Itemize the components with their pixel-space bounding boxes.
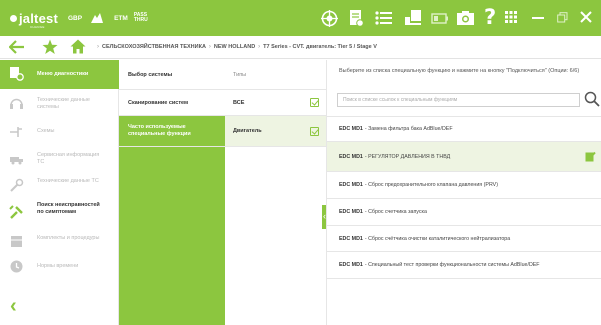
document-icon[interactable] [349, 9, 364, 28]
target-icon[interactable] [321, 10, 338, 27]
function-name: - Сброс предохранительного клапана давле… [364, 182, 498, 188]
function-item[interactable]: EDC MD1 - Сброс счётчика очистки каталит… [327, 226, 601, 252]
function-name: - Замена фильтра бака AdBlue/DEF [364, 126, 453, 132]
restore-icon[interactable] [557, 12, 568, 23]
function-item[interactable]: EDC MD1 - Специальный тест проверки функ… [327, 252, 601, 279]
sidebar-item-label: Технические данные системы [37, 97, 90, 110]
function-name: - Специальный тест проверки функциональн… [364, 262, 540, 268]
function-code: EDC MD1 [339, 153, 363, 160]
function-name: - Сброс счетчика запуска [364, 209, 427, 215]
sidebar-item-label: Комплекты и процедуры [37, 235, 100, 241]
scan-systems-row[interactable]: Сканирование систем [119, 90, 225, 116]
function-code: EDC MD1 [339, 262, 363, 268]
sidebar-item-label: Меню диагностики [37, 71, 89, 77]
battery-icon[interactable] [431, 12, 449, 24]
breadcrumb-item-category[interactable]: СЕЛЬСКОХОЗЯЙСТВЕННАЯ ТЕХНИКА [102, 44, 206, 50]
breadcrumb-item-brand[interactable]: NEW HOLLAND [214, 44, 255, 50]
select-system-row[interactable]: Выбор системы [119, 60, 225, 90]
instruction-text: Выберите из списка специальную функцию и… [339, 68, 580, 74]
types-header-label: Типы [233, 71, 247, 78]
function-code: EDC MD1 [339, 182, 363, 188]
product-gbp-label[interactable]: GBP [68, 15, 82, 22]
special-functions-panel: Выберите из списка специальную функцию и… [326, 60, 601, 325]
row-label: ВСЕ [233, 99, 245, 106]
top-toolbar: jaltest CHANGE GBP ETM PASS THRU ? [0, 0, 601, 36]
row-label: Часто используемые специальные функции [128, 124, 191, 137]
truck-icon[interactable] [404, 9, 422, 27]
logo-text: jaltest [19, 10, 58, 26]
function-item-selected[interactable]: EDC MD1 - РЕГУЛЯТОР ДАВЛЕНИЯ В ТНВД [327, 142, 601, 172]
camera-icon[interactable] [456, 10, 475, 26]
sidebar-collapse-icon[interactable]: ‹ [10, 296, 17, 316]
brand-tag: CHANGE [30, 25, 45, 29]
function-item[interactable]: EDC MD1 - Сброс счетчика запуска [327, 199, 601, 226]
row-label: Сканирование систем [128, 99, 189, 106]
checkbox-checked-icon[interactable] [310, 127, 319, 136]
minimize-icon[interactable] [532, 17, 544, 19]
wiring-icon [10, 127, 22, 137]
function-name: - РЕГУЛЯТОР ДАВЛЕНИЯ В ТНВД [364, 153, 451, 160]
service-truck-icon [10, 157, 23, 165]
product-gbp-icon[interactable] [90, 12, 104, 24]
sidebar-item-kits[interactable]: Комплекты и процедуры [0, 228, 119, 255]
breadcrumb: › СЕЛЬСКОХОЗЯЙСТВЕННАЯ ТЕХНИКА › NEW HOL… [97, 44, 377, 50]
checkbox-checked-icon[interactable] [310, 98, 319, 107]
special-functions-row[interactable]: Часто используемые специальные функции [119, 116, 225, 147]
sidebar-item-label: Поиск неисправностей по симптомам [37, 202, 100, 215]
function-code: EDC MD1 [339, 209, 363, 215]
search-input[interactable]: Поиск в списке ссылок к специальным функ… [337, 93, 580, 107]
type-row-all[interactable]: ВСЕ [225, 90, 326, 116]
jaltest-logo: jaltest [10, 11, 58, 26]
back-arrow-icon[interactable] [8, 40, 25, 59]
help-icon[interactable]: ? [484, 5, 496, 29]
breadcrumb-item-model[interactable]: T7 Series - CVT. двигатель: Tier 5 / Sta… [263, 44, 377, 50]
types-header: Типы [225, 60, 326, 90]
function-item[interactable]: EDC MD1 - Сброс предохранительного клапа… [327, 172, 601, 199]
search-icon[interactable] [584, 91, 600, 107]
diagnostic-menu-icon [10, 67, 24, 81]
time-icon [10, 260, 23, 273]
sidebar: Меню диагностики Технические данные сист… [0, 60, 119, 325]
edit-note-icon[interactable] [585, 151, 596, 162]
sidebar-item-diagnostic-menu[interactable]: Меню диагностики [0, 60, 119, 89]
system-selection-column: Выбор системы Сканирование систем Часто … [119, 60, 225, 325]
row-label: Выбор системы [128, 71, 173, 78]
sidebar-item-label: Сервисная информация ТС [37, 152, 100, 165]
home-icon[interactable] [70, 39, 86, 59]
close-icon[interactable] [580, 11, 592, 23]
list-icon[interactable] [375, 11, 392, 25]
row-label: Двигатель [233, 128, 262, 134]
sidebar-item-service-info[interactable]: Сервисная информация ТС [0, 145, 119, 172]
search-placeholder: Поиск в списке ссылок к специальным функ… [343, 97, 458, 103]
symptom-search-icon [9, 205, 23, 219]
grid-icon[interactable] [505, 11, 517, 23]
sidebar-item-label: Технические данные ТС [37, 178, 99, 184]
navigation-bar: › СЕЛЬСКОХОЗЯЙСТВЕННАЯ ТЕХНИКА › NEW HOL… [0, 36, 601, 59]
sidebar-item-symptom-search[interactable]: Поиск неисправностей по симптомам [0, 198, 119, 228]
wrench-icon [10, 178, 24, 192]
product-etm-label[interactable]: ETM [114, 15, 128, 22]
function-item[interactable]: EDC MD1 - Замена фильтра бака AdBlue/DEF [327, 116, 601, 142]
sidebar-item-schemes[interactable]: Схемы [0, 118, 119, 145]
sidebar-item-label: Схемы [37, 128, 55, 134]
app-window: jaltest CHANGE GBP ETM PASS THRU ? › СЕЛ… [0, 0, 601, 325]
pass-thru-label-bottom[interactable]: THRU [134, 18, 148, 23]
sidebar-item-time-norms[interactable]: Нормы времени [0, 255, 119, 279]
function-name: - Сброс счётчика очистки каталитического… [364, 235, 511, 242]
column-fill [119, 147, 225, 325]
sidebar-item-label: Нормы времени [37, 263, 79, 269]
function-code: EDC MD1 [339, 126, 363, 132]
kit-icon [11, 236, 22, 247]
headset-icon [10, 98, 23, 109]
function-code: EDC MD1 [339, 235, 363, 242]
types-column: Типы ВСЕ Двигатель [225, 60, 326, 325]
sidebar-item-system-tech-data[interactable]: Технические данные системы [0, 89, 119, 118]
type-row-engine[interactable]: Двигатель [225, 116, 326, 147]
favorite-star-icon[interactable] [42, 39, 58, 60]
sidebar-item-vehicle-tech-data[interactable]: Технические данные ТС [0, 172, 119, 198]
